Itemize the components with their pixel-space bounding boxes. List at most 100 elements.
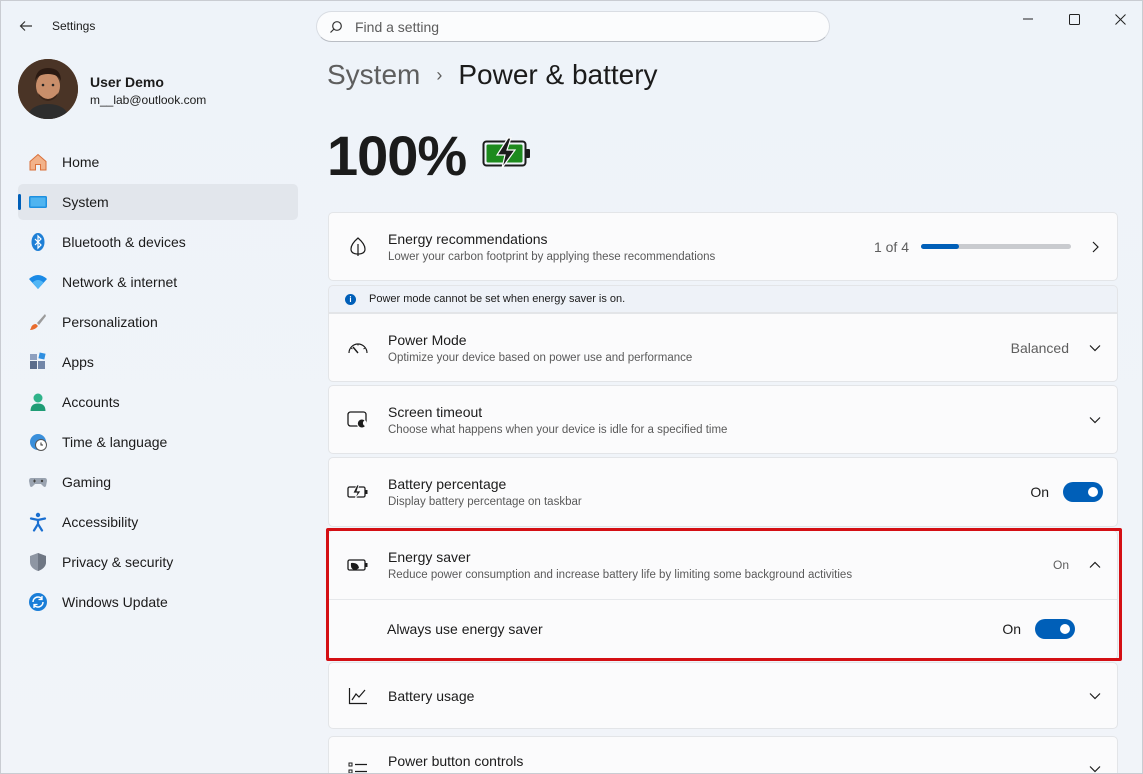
sidebar-item-label: Bluetooth & devices [62,234,186,250]
sidebar-nav: Home System Bluetooth & devices Network … [18,144,298,624]
battery-percent: 100% [327,124,467,187]
chevron-down-icon[interactable] [1087,412,1103,428]
power-mode-subtitle: Optimize your device based on power use … [388,351,693,364]
leaf-icon [347,236,369,258]
sidebar-item-network[interactable]: Network & internet [18,264,298,300]
energy-recommendations-card[interactable]: Energy recommendations Lower your carbon… [328,212,1118,281]
always-use-energy-saver-row: Always use energy saver On [329,599,1117,659]
power-mode-card[interactable]: Power Mode Optimize your device based on… [328,313,1118,382]
sidebar-item-label: Time & language [62,434,168,450]
sidebar-item-windows-update[interactable]: Windows Update [18,584,298,620]
sidebar-item-label: Windows Update [62,594,168,610]
chevron-down-icon[interactable] [1087,761,1103,773]
sidebar-item-apps[interactable]: Apps [18,344,298,380]
wifi-icon [28,272,48,292]
apps-icon [28,352,48,372]
accessibility-icon [28,512,48,532]
gauge-icon [347,337,369,359]
sidebar-item-label: Accessibility [62,514,139,530]
battery-percentage-subtitle: Display battery percentage on taskbar [388,496,582,508]
power-mode-dropdown[interactable]: Balanced [1011,340,1103,356]
user-email: m__lab@outlook.com [90,93,207,107]
sidebar-item-label: Accounts [62,394,120,410]
page-title: Power & battery [458,59,658,90]
chevron-down-icon[interactable] [1087,688,1103,704]
maximize-button[interactable] [1051,5,1097,33]
back-button[interactable] [13,13,39,39]
battery-percentage-toggle[interactable] [1063,482,1103,502]
avatar[interactable] [18,59,78,119]
info-message: Power mode cannot be set when energy sav… [369,293,626,305]
screen-moon-icon [347,409,369,431]
chevron-right-icon [1087,239,1103,255]
always-use-energy-saver-label: Always use energy saver [387,621,543,637]
person-icon [28,392,48,412]
sidebar-item-system[interactable]: System [18,184,298,220]
gamepad-icon [28,472,48,492]
system-icon [28,192,48,212]
always-use-energy-saver-toggle[interactable] [1035,619,1075,639]
maximize-icon [1068,13,1080,25]
battery-usage-card[interactable]: Battery usage [328,662,1118,729]
sidebar-item-time-language[interactable]: Time & language [18,424,298,460]
recommendations-progress-fill [921,244,959,249]
energy-saver-title: Energy saver [388,549,471,565]
list-icon [347,759,369,773]
energy-saver-card: Energy saver Reduce power consumption an… [328,530,1118,660]
energy-saver-icon [347,554,369,576]
energy-saver-subtitle: Reduce power consumption and increase ba… [388,569,853,581]
chevron-up-icon[interactable] [1087,557,1103,573]
close-button[interactable] [1097,5,1142,33]
power-mode-title: Power Mode [388,331,467,348]
sidebar-item-gaming[interactable]: Gaming [18,464,298,500]
close-icon [1114,13,1126,25]
search-input[interactable] [355,18,795,35]
breadcrumb-parent[interactable]: System [327,59,420,91]
energy-recommendations-subtitle: Lower your carbon footprint by applying … [388,250,716,263]
bluetooth-icon [28,232,48,252]
energy-saver-header[interactable]: Energy saver Reduce power consumption an… [329,531,1117,599]
user-name: User Demo [90,74,164,90]
chevron-down-icon [1087,340,1103,356]
shield-icon [28,552,48,572]
search-box[interactable] [316,11,830,42]
search-icon [330,20,342,33]
minimize-button[interactable] [1005,5,1051,33]
user-photo-icon [18,59,78,119]
power-button-controls-card[interactable]: Power button controls [328,736,1118,773]
energy-saver-state: On [1052,558,1069,572]
sidebar-item-accounts[interactable]: Accounts [18,384,298,420]
brush-icon [28,312,48,332]
battery-percentage-state: On [1030,484,1049,500]
sidebar-item-label: Home [62,154,100,170]
clock-globe-icon [28,432,48,452]
recommendations-count: 1 of 4 [873,238,909,255]
update-icon [28,592,48,612]
sidebar-item-home[interactable]: Home [18,144,298,180]
always-use-energy-saver-state: On [1002,621,1021,637]
sidebar-item-label: Apps [62,354,94,370]
sidebar-item-privacy-security[interactable]: Privacy & security [18,544,298,580]
sidebar-item-accessibility[interactable]: Accessibility [18,504,298,540]
battery-charging-icon [482,137,532,174]
battery-icon [347,481,369,503]
breadcrumb: System › Power & battery [327,59,658,91]
app-title: Settings [52,19,96,33]
divider [329,599,1117,600]
battery-percentage-card: Battery percentage Display battery perce… [328,457,1118,527]
sidebar-item-label: Personalization [62,314,158,330]
info-icon: i [345,293,356,305]
energy-recommendations-title: Energy recommendations [388,230,548,247]
screen-timeout-subtitle: Choose what happens when your device is … [388,423,728,436]
home-icon [28,152,48,172]
breadcrumb-separator: › [436,64,443,85]
power-button-controls-title: Power button controls [388,753,524,769]
sidebar-item-personalization[interactable]: Personalization [18,304,298,340]
line-chart-icon [347,685,369,707]
settings-window: Settings User Demo m__lab@outlook.com Ho… [0,0,1143,774]
sidebar-item-label: Gaming [62,474,112,490]
back-arrow-icon [19,21,32,31]
screen-timeout-card[interactable]: Screen timeout Choose what happens when … [328,385,1118,454]
sidebar-item-bluetooth[interactable]: Bluetooth & devices [18,224,298,260]
battery-usage-title: Battery usage [388,687,475,704]
